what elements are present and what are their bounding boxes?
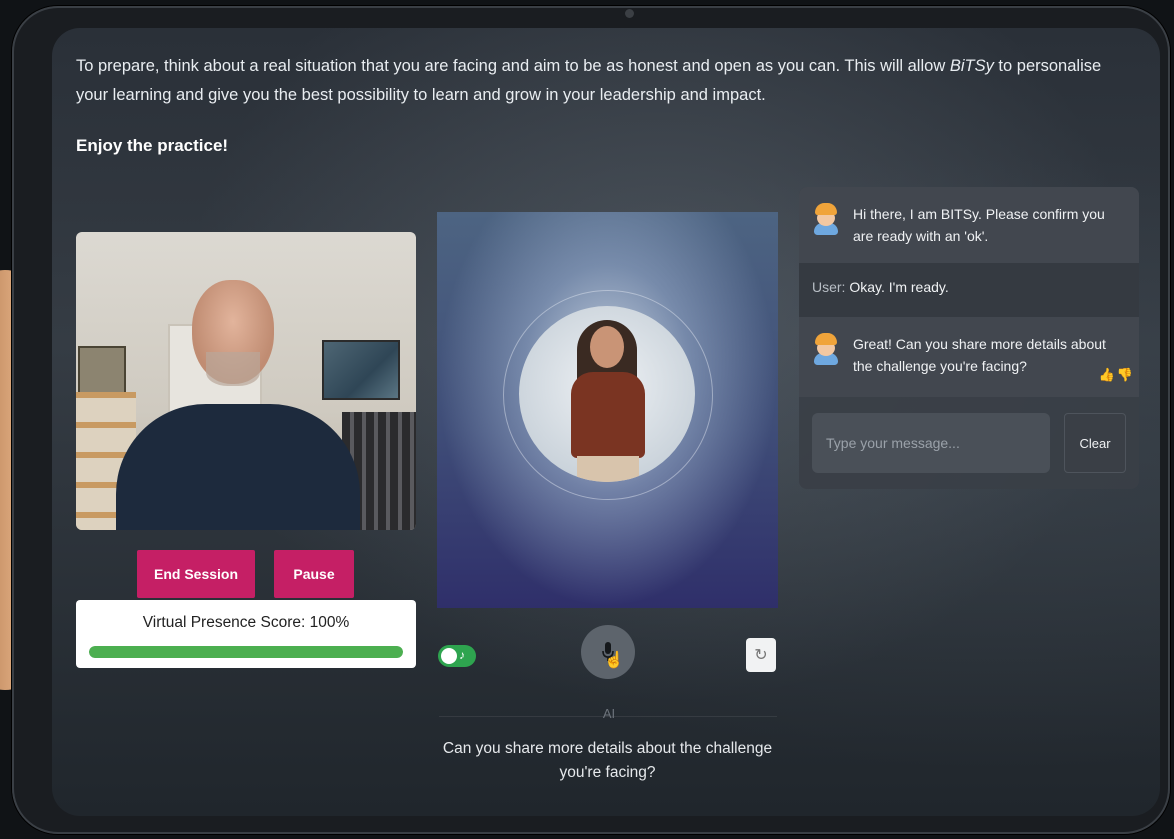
webcam-person-body	[116, 404, 360, 530]
avatar-top	[571, 372, 645, 458]
chat-message-bot: Hi there, I am BITSy. Please confirm you…	[799, 187, 1139, 263]
avatar-pants	[577, 456, 639, 482]
chat-message-input[interactable]	[812, 413, 1050, 473]
score-value: 100%	[309, 614, 350, 631]
refresh-icon: ↻	[754, 647, 768, 664]
intro-text-part-1: To prepare, think about a real situation…	[76, 57, 950, 75]
thumbs-up-down-icon[interactable]: 👍👎	[1099, 367, 1135, 383]
avatar-face	[590, 326, 624, 368]
intro-text: To prepare, think about a real situation…	[76, 52, 1136, 110]
pause-button[interactable]: Pause	[274, 550, 354, 598]
ai-label: AI	[602, 706, 616, 721]
toggle-knob	[441, 648, 457, 664]
intro-brand-name: BiTSy	[949, 57, 994, 75]
end-session-button[interactable]: End Session	[137, 550, 255, 598]
chat-message-bot: Great! Can you share more details about …	[799, 317, 1139, 397]
clear-button[interactable]: Clear	[1064, 413, 1126, 473]
score-progress-track	[89, 646, 403, 658]
chat-message-text: User: Okay. I'm ready.	[812, 279, 949, 295]
user-message: Okay. I'm ready.	[849, 279, 949, 295]
chat-message-text: Hi there, I am BITSy. Please confirm you…	[853, 206, 1105, 244]
tablet-frame: To prepare, think about a real situation…	[12, 6, 1170, 834]
enjoy-heading: Enjoy the practice!	[76, 136, 229, 155]
virtual-presence-score-card: Virtual Presence Score: 100%	[76, 600, 416, 668]
chat-panel: Hi there, I am BITSy. Please confirm you…	[799, 187, 1139, 489]
chat-message-user: User: Okay. I'm ready.	[799, 263, 1139, 317]
user-prefix: User:	[812, 279, 846, 295]
audio-toggle-icon: ♪	[459, 648, 465, 662]
score-text: Virtual Presence Score: 100%	[76, 614, 416, 632]
user-webcam-video	[76, 232, 416, 530]
tablet-camera	[625, 9, 634, 18]
score-label: Virtual Presence Score:	[142, 614, 306, 631]
webcam-person-beard	[206, 352, 260, 386]
bot-avatar-icon	[813, 333, 839, 365]
chat-message-text: Great! Can you share more details about …	[853, 336, 1106, 374]
avatar-circle	[519, 306, 695, 482]
refresh-button[interactable]: ↻	[746, 638, 776, 672]
bot-avatar-icon	[813, 203, 839, 235]
score-progress-fill	[89, 646, 403, 658]
audio-toggle[interactable]: ♪	[438, 645, 476, 667]
webcam-bg-painting	[322, 340, 400, 400]
app-screen: To prepare, think about a real situation…	[52, 28, 1160, 816]
ai-caption: Can you share more details about the cha…	[442, 740, 773, 781]
ai-avatar-video	[437, 212, 778, 608]
pointer-cursor-icon: ☝	[604, 652, 624, 669]
